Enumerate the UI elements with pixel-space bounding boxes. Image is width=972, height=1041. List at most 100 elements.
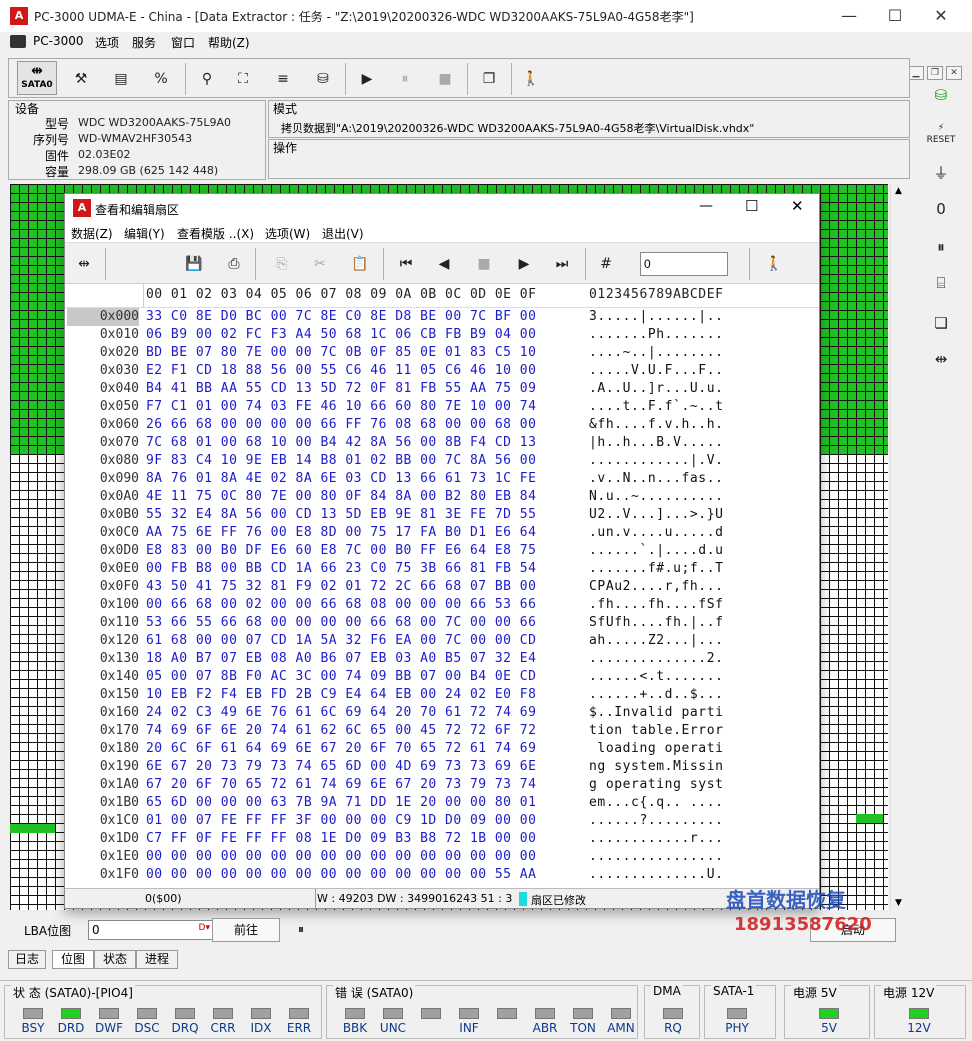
close-button[interactable]: ✕	[918, 2, 964, 30]
chip-icon[interactable]: ⌸	[924, 268, 958, 298]
hex-row-bytes[interactable]: 00 66 68 00 02 00 00 66 68 08 00 00 00 6…	[146, 596, 536, 614]
percent-icon[interactable]: %	[145, 63, 177, 95]
zero-icon[interactable]: 0	[924, 194, 958, 224]
menu-options[interactable]: 选项	[95, 34, 119, 51]
map-icon[interactable]: ⚲	[191, 63, 223, 95]
hex-row-ascii[interactable]: $..Invalid parti	[589, 704, 724, 722]
hex-minimize-button[interactable]: —	[699, 198, 713, 214]
hex-row-bytes[interactable]: 10 EB F2 F4 EB FD 2B C9 E4 64 EB 00 24 0…	[146, 686, 536, 704]
hex-row-bytes[interactable]: 06 B9 00 02 FC F3 A4 50 68 1C 06 CB FB B…	[146, 326, 536, 344]
sector-scrollbar[interactable]: ▲ ▼	[890, 184, 906, 910]
hex-row[interactable]: 0x180 20 6C 6F 61 64 69 6E 67 20 6F 70 65…	[65, 740, 819, 758]
stop-icon[interactable]: ■	[429, 63, 461, 95]
copy-icon[interactable]: ⎘	[267, 249, 297, 279]
reset-icon[interactable]: ⚡ RESET	[924, 122, 958, 152]
lba-dropdown-icon[interactable]: D▾	[199, 923, 210, 933]
hex-row[interactable]: 0x0D0 E8 83 00 B0 DF E6 60 E8 7C 00 B0 FF…	[65, 542, 819, 560]
hex-row[interactable]: 0x1E0 00 00 00 00 00 00 00 00 00 00 00 00…	[65, 848, 819, 866]
hex-row[interactable]: 0x120 61 68 00 00 07 CD 1A 5A 32 F6 EA 00…	[65, 632, 819, 650]
play-icon[interactable]: ▶	[351, 63, 383, 95]
hex-row[interactable]: 0x170 74 69 6F 6E 20 74 61 62 6C 65 00 45…	[65, 722, 819, 740]
sector-offset-input[interactable]	[640, 252, 728, 276]
hex-row[interactable]: 0x100 00 66 68 00 02 00 00 66 68 08 00 00…	[65, 596, 819, 614]
hex-row-bytes[interactable]: 9F 83 C4 10 9E EB 14 B8 01 02 BB 00 7C 8…	[146, 452, 536, 470]
hex-row-ascii[interactable]: g operating syst	[589, 776, 724, 794]
hex-row-bytes[interactable]: B4 41 BB AA 55 CD 13 5D 72 0F 81 FB 55 A…	[146, 380, 536, 398]
hex-row-bytes[interactable]: 05 00 07 8B F0 AC 3C 00 74 09 BB 07 00 B…	[146, 668, 536, 686]
hex-row[interactable]: 0x190 6E 67 20 73 79 73 74 65 6D 00 4D 69…	[65, 758, 819, 776]
sata-port-button[interactable]: ⇹ SATA0	[17, 61, 57, 95]
tab-process[interactable]: 进程	[136, 950, 178, 969]
hex-row[interactable]: 0x1C0 01 00 07 FE FF FF 3F 00 00 00 C9 1D…	[65, 812, 819, 830]
database-icon[interactable]: ⛁	[924, 80, 958, 110]
tab-bitmap[interactable]: 位图	[52, 950, 94, 969]
tab-log[interactable]: 日志	[8, 950, 46, 969]
hex-row[interactable]: 0x010 06 B9 00 02 FC F3 A4 50 68 1C 06 CB…	[65, 326, 819, 344]
power-icon[interactable]: ⏚	[924, 158, 958, 188]
hex-menu-options[interactable]: 选项(W)	[265, 225, 310, 242]
hex-row-ascii[interactable]: ah.....Z2...|...	[589, 632, 724, 650]
hex-row-bytes[interactable]: 00 00 00 00 00 00 00 00 00 00 00 00 00 0…	[146, 848, 536, 866]
hex-row-ascii[interactable]: .un.v....u.....d	[589, 524, 724, 542]
hex-row[interactable]: 0x020 BD BE 07 80 7E 00 00 7C 0B 0F 85 0E…	[65, 344, 819, 362]
hex-row-bytes[interactable]: 67 20 6F 70 65 72 61 74 69 6E 67 20 73 7…	[146, 776, 536, 794]
lba-input[interactable]: 0 D▾	[88, 920, 214, 940]
windows-icon[interactable]: ❐	[473, 63, 505, 95]
connector-icon[interactable]: ⇹	[69, 249, 99, 279]
hex-row-ascii[interactable]: loading operati	[589, 740, 724, 758]
menu-help[interactable]: 帮助(Z)	[208, 34, 250, 51]
hex-row-ascii[interactable]: ng system.Missin	[589, 758, 724, 776]
hex-row[interactable]: 0x1D0 C7 FF 0F FE FF FF 08 1E D0 09 B3 B8…	[65, 830, 819, 848]
hex-row-bytes[interactable]: 61 68 00 00 07 CD 1A 5A 32 F6 EA 00 7C 0…	[146, 632, 536, 650]
hex-row[interactable]: 0x070 7C 68 01 00 68 10 00 B4 42 8A 56 00…	[65, 434, 819, 452]
hex-row-ascii[interactable]: .......Ph.......	[589, 326, 724, 344]
pause-icon[interactable]: ⏸	[389, 63, 421, 95]
hex-row[interactable]: 0x0E0 00 FB B8 00 BB CD 1A 66 23 C0 75 3B…	[65, 560, 819, 578]
hex-row-bytes[interactable]: F7 C1 01 00 74 03 FE 46 10 66 60 80 7E 1…	[146, 398, 536, 416]
hex-row-ascii[interactable]: ......`.|....d.u	[589, 542, 724, 560]
hex-row[interactable]: 0x060 26 66 68 00 00 00 00 66 FF 76 08 68…	[65, 416, 819, 434]
hex-row-bytes[interactable]: E8 83 00 B0 DF E6 60 E8 7C 00 B0 FF E6 6…	[146, 542, 536, 560]
hex-row-bytes[interactable]: 4E 11 75 0C 80 7E 00 80 0F 84 8A 00 B2 8…	[146, 488, 536, 506]
hex-row-ascii[interactable]: ......<.t.......	[589, 668, 724, 686]
hex-row[interactable]: 0x130 18 A0 B7 07 EB 08 A0 B6 07 EB 03 A0…	[65, 650, 819, 668]
hex-row-ascii[interactable]: ......?.........	[589, 812, 724, 830]
hex-row-ascii[interactable]: ............r...	[589, 830, 724, 848]
hex-menu-data[interactable]: 数据(Z)	[71, 225, 113, 242]
hex-row-bytes[interactable]: 26 66 68 00 00 00 00 66 FF 76 08 68 00 0…	[146, 416, 536, 434]
hex-row-ascii[interactable]: U2..V...]...>.}U	[589, 506, 724, 524]
hex-row[interactable]: 0x1A0 67 20 6F 70 65 72 61 74 69 6E 67 20…	[65, 776, 819, 794]
save-as-icon[interactable]: ⎙	[219, 249, 249, 279]
hex-row-ascii[interactable]: em...c{.q.. ....	[589, 794, 724, 812]
hex-row-bytes[interactable]: C7 FF 0F FE FF FF 08 1E D0 09 B3 B8 72 1…	[146, 830, 536, 848]
menu-window[interactable]: 窗口	[171, 34, 195, 51]
hex-row[interactable]: 0x0B0 55 32 E4 8A 56 00 CD 13 5D EB 9E 81…	[65, 506, 819, 524]
disk-icon[interactable]: ⛁	[307, 63, 339, 95]
hex-row[interactable]: 0x030 E2 F1 CD 18 88 56 00 55 C6 46 11 05…	[65, 362, 819, 380]
hex-row-ascii[interactable]: .fh....fh....fSf	[589, 596, 724, 614]
hex-row[interactable]: 0x050 F7 C1 01 00 74 03 FE 46 10 66 60 80…	[65, 398, 819, 416]
hex-row-ascii[interactable]: SfUfh....fh.|..f	[589, 614, 724, 632]
hex-row-bytes[interactable]: 00 00 00 00 00 00 00 00 00 00 00 00 00 0…	[146, 866, 536, 884]
hex-row-bytes[interactable]: 18 A0 B7 07 EB 08 A0 B6 07 EB 03 A0 B5 0…	[146, 650, 536, 668]
last-sector-icon[interactable]: ⏭	[547, 249, 577, 279]
hex-row[interactable]: 0x000 33 C0 8E D0 BC 00 7C 8E C0 8E D8 BE…	[65, 308, 819, 326]
hex-row-bytes[interactable]: 24 02 C3 49 6E 76 61 6C 69 64 20 70 61 7…	[146, 704, 536, 722]
hex-row-bytes[interactable]: 00 FB B8 00 BB CD 1A 66 23 C0 75 3B 66 8…	[146, 560, 536, 578]
tab-state[interactable]: 状态	[94, 950, 136, 969]
hex-row[interactable]: 0x160 24 02 C3 49 6E 76 61 6C 69 64 20 70…	[65, 704, 819, 722]
hex-row-ascii[interactable]: N.u..~..........	[589, 488, 724, 506]
hex-row[interactable]: 0x110 53 66 55 66 68 00 00 00 00 66 68 00…	[65, 614, 819, 632]
hex-row-bytes[interactable]: 8A 76 01 8A 4E 02 8A 6E 03 CD 13 66 61 7…	[146, 470, 536, 488]
stop-icon[interactable]: ■	[469, 249, 499, 279]
maximize-button[interactable]: ☐	[872, 2, 918, 30]
exit-icon[interactable]: 🚶	[759, 249, 789, 279]
hex-row-ascii[interactable]: 3.....|......|..	[589, 308, 724, 326]
lba-pause-button[interactable]: ⏸	[298, 922, 304, 937]
hex-row-bytes[interactable]: 74 69 6F 6E 20 74 61 62 6C 65 00 45 72 7…	[146, 722, 536, 740]
save-icon[interactable]: 💾	[179, 249, 209, 279]
hex-row-ascii[interactable]: .....V.U.F...F..	[589, 362, 724, 380]
hex-row-bytes[interactable]: 55 32 E4 8A 56 00 CD 13 5D EB 9E 81 3E F…	[146, 506, 536, 524]
pause-icon[interactable]: ⏸	[924, 232, 958, 262]
hex-row-bytes[interactable]: AA 75 6E FF 76 00 E8 8D 00 75 17 FA B0 D…	[146, 524, 536, 542]
